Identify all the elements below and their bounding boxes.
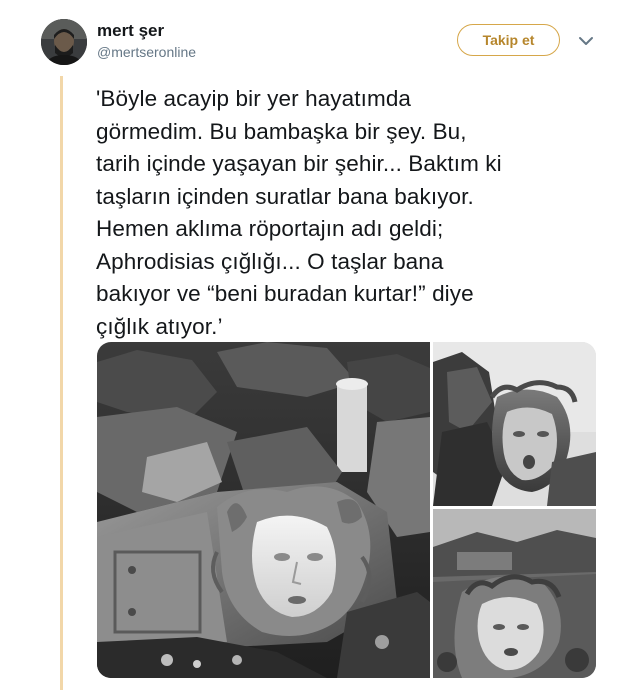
tweet-text: 'Böyle acayip bir yer hayatımda görmedim… [96, 86, 502, 339]
follow-button[interactable]: Takip et [457, 24, 560, 56]
tweet-card: mert şer @mertseronline Takip et 'Böyle … [0, 0, 635, 690]
display-name[interactable]: mert şer [97, 21, 164, 41]
media-photo-2[interactable] [433, 342, 596, 506]
media-grid [97, 342, 596, 678]
chevron-down-icon[interactable] [578, 34, 594, 46]
quote-rail [60, 76, 63, 690]
avatar[interactable] [41, 19, 87, 65]
media-photo-3[interactable] [433, 509, 596, 678]
user-handle[interactable]: @mertseronline [97, 43, 196, 61]
media-photo-1[interactable] [97, 342, 430, 678]
